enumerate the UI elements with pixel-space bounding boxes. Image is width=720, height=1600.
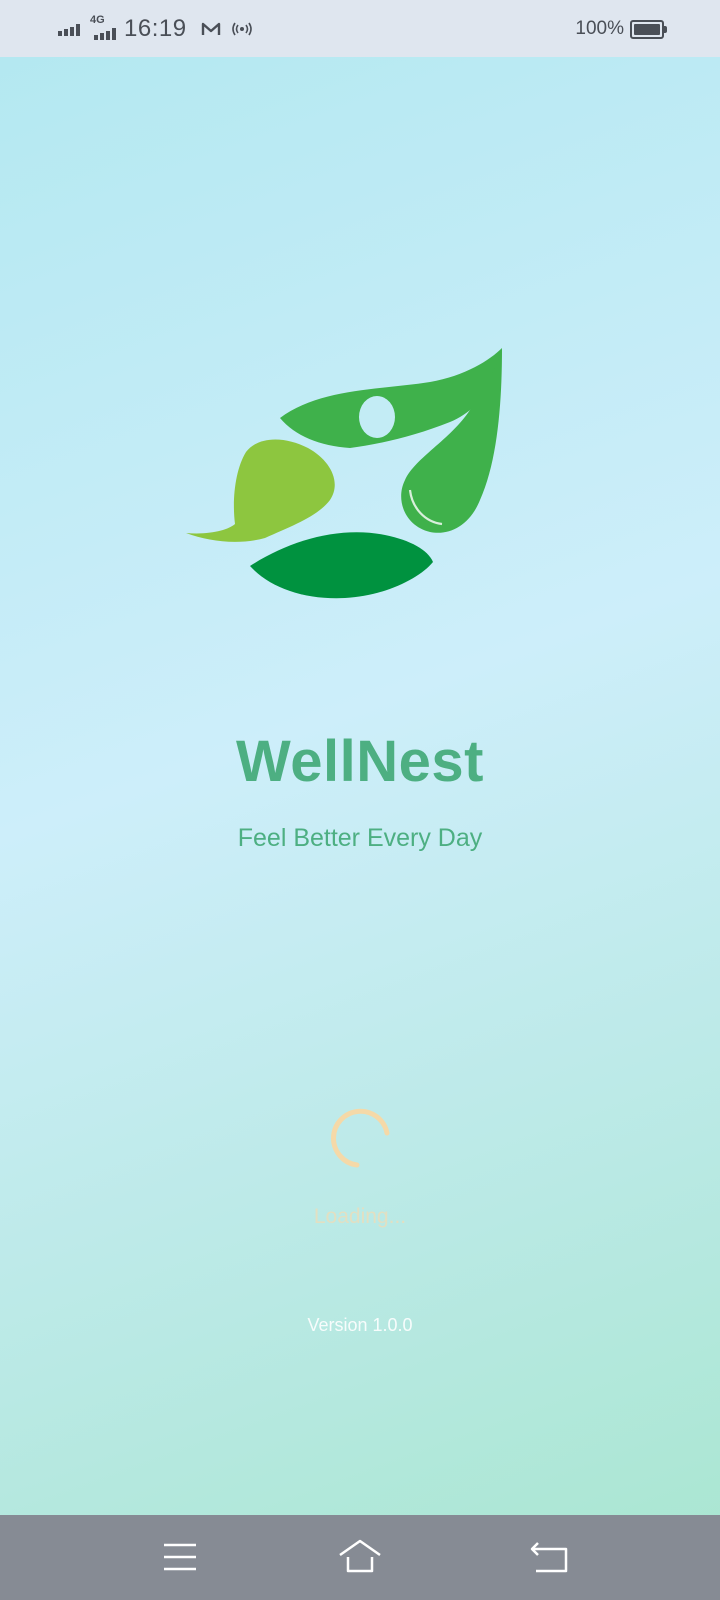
status-bar: 4G 16:19 100%	[0, 0, 720, 57]
battery-percent: 100%	[575, 18, 624, 39]
splash-screen: 4G 16:19 100% WellNest Feel Better Every…	[0, 0, 720, 1600]
logo-leaf-left	[186, 439, 335, 542]
menu-icon[interactable]	[158, 1535, 202, 1579]
battery-fill	[634, 23, 660, 35]
battery-icon	[630, 19, 667, 39]
logo-head	[359, 396, 395, 438]
back-icon[interactable]	[528, 1535, 572, 1579]
version-label: Version 1.0.0	[307, 1315, 413, 1335]
gmail-icon	[201, 22, 220, 35]
wellnest-logo	[186, 348, 502, 599]
loading-text: Loading...	[313, 1205, 407, 1228]
logo-leaf-bottom	[250, 532, 433, 599]
home-icon[interactable]	[338, 1535, 382, 1579]
status-bar-right: 100%	[575, 14, 667, 44]
status-bar-left: 4G 16:19	[58, 12, 253, 46]
navigation-bar	[0, 1515, 720, 1600]
clock: 16:19	[124, 15, 187, 42]
loading-spinner	[331, 1108, 390, 1168]
app-tagline: Feel Better Every Day	[237, 824, 483, 852]
4g-signal-icon: 4G	[88, 14, 120, 44]
network-type: 4G	[90, 14, 105, 26]
hotspot-icon	[231, 22, 252, 36]
app-title: WellNest	[236, 729, 484, 794]
signal-icon	[58, 22, 80, 36]
